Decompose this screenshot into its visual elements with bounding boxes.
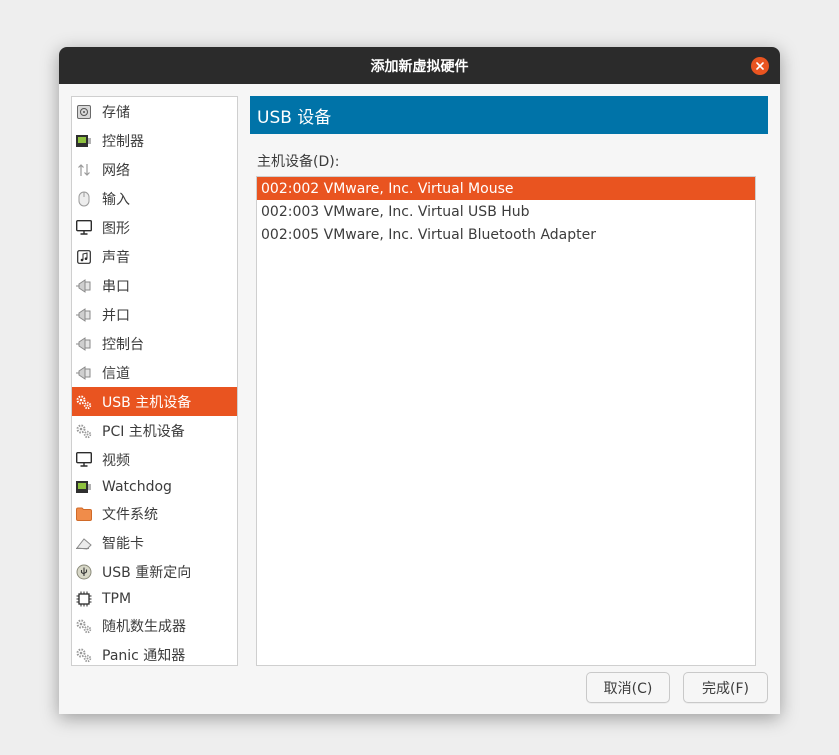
usb-device-icon bbox=[75, 393, 93, 411]
sidebar-item[interactable]: 并口 bbox=[72, 300, 237, 329]
chip-icon bbox=[75, 590, 93, 608]
host-device-label: 主机设备(D): bbox=[257, 154, 340, 170]
sidebar-item[interactable]: 文件系统 bbox=[72, 499, 237, 528]
parallel-port-icon bbox=[75, 306, 93, 324]
sidebar-item[interactable]: USB 主机设备 bbox=[72, 387, 237, 416]
add-hardware-dialog: 添加新虚拟硬件 存储控制器网络输入图形声音串口并口控制台信道 USB 主机设备 PC… bbox=[59, 47, 780, 714]
sidebar-item[interactable]: 视频 bbox=[72, 445, 237, 474]
sidebar-item-label: USB 主机设备 bbox=[102, 394, 192, 411]
sidebar-item-label: 网络 bbox=[102, 162, 130, 179]
device-row[interactable]: 002:003 VMware, Inc. Virtual USB Hub bbox=[257, 200, 755, 223]
section-header: USB 设备 bbox=[250, 96, 768, 134]
sidebar-item[interactable]: 图形 bbox=[72, 213, 237, 242]
sidebar-item-label: Panic 通知器 bbox=[102, 647, 186, 664]
window-title: 添加新虚拟硬件 bbox=[370, 58, 469, 75]
sidebar-item-label: USB 重新定向 bbox=[102, 564, 192, 581]
sidebar-item-label: 图形 bbox=[102, 220, 130, 237]
sidebar-item[interactable]: PCI 主机设备 bbox=[72, 416, 237, 445]
sidebar-item-label: 文件系统 bbox=[102, 506, 158, 523]
cancel-button[interactable]: 取消(C) bbox=[586, 672, 670, 703]
sidebar-item[interactable]: Panic 通知器 bbox=[72, 640, 237, 665]
sidebar-item-label: 视频 bbox=[102, 452, 130, 469]
pci-device-icon bbox=[75, 422, 93, 440]
finish-button[interactable]: 完成(F) bbox=[683, 672, 768, 703]
sidebar-item-label: TPM bbox=[102, 590, 132, 607]
sidebar-item-label: Watchdog bbox=[102, 478, 172, 495]
mouse-icon bbox=[75, 190, 93, 208]
rng-icon bbox=[75, 617, 93, 635]
sidebar-item[interactable]: 控制器 bbox=[72, 126, 237, 155]
sidebar-item[interactable]: 信道 bbox=[72, 358, 237, 387]
panic-notifier-icon bbox=[75, 646, 93, 664]
sidebar-item[interactable]: 存储 bbox=[72, 97, 237, 126]
sidebar-item-label: 存储 bbox=[102, 104, 130, 121]
sidebar-item-label: 随机数生成器 bbox=[102, 618, 186, 635]
watchdog-card-icon bbox=[75, 478, 93, 496]
sidebar-item-label: 智能卡 bbox=[102, 535, 144, 552]
monitor-icon bbox=[75, 219, 93, 237]
controller-card-icon bbox=[75, 132, 93, 150]
device-row[interactable]: 002:002 VMware, Inc. Virtual Mouse bbox=[257, 177, 755, 200]
host-device-list[interactable]: 002:002 VMware, Inc. Virtual Mouse 002:00… bbox=[256, 176, 756, 666]
folder-icon bbox=[75, 505, 93, 523]
sidebar-item[interactable]: Watchdog bbox=[72, 474, 237, 499]
device-row[interactable]: 002:005 VMware, Inc. Virtual Bluetooth A… bbox=[257, 223, 755, 246]
sidebar-item-label: 串口 bbox=[102, 278, 130, 295]
hardware-type-list[interactable]: 存储控制器网络输入图形声音串口并口控制台信道 USB 主机设备 PCI 主机设备 视频… bbox=[71, 96, 238, 666]
video-icon bbox=[75, 451, 93, 469]
sidebar-item-label: 输入 bbox=[102, 191, 130, 208]
usb-redirect-icon bbox=[75, 563, 93, 581]
sidebar-item[interactable]: 网络 bbox=[72, 155, 237, 184]
sidebar-item-label: 信道 bbox=[102, 365, 130, 382]
serial-port-icon bbox=[75, 277, 93, 295]
console-icon bbox=[75, 335, 93, 353]
sidebar-item[interactable]: 声音 bbox=[72, 242, 237, 271]
sidebar-item[interactable]: 控制台 bbox=[72, 329, 237, 358]
sidebar-item[interactable]: USB 重新定向 bbox=[72, 557, 237, 586]
close-icon bbox=[756, 62, 764, 70]
network-icon bbox=[75, 161, 93, 179]
sidebar-item-label: 控制台 bbox=[102, 336, 144, 353]
sidebar-item[interactable]: 智能卡 bbox=[72, 528, 237, 557]
sidebar-item[interactable]: 随机数生成器 bbox=[72, 611, 237, 640]
sidebar-item-label: 声音 bbox=[102, 249, 130, 266]
channel-icon bbox=[75, 364, 93, 382]
disk-icon bbox=[75, 103, 93, 121]
smartcard-icon bbox=[75, 534, 93, 552]
close-button[interactable] bbox=[751, 57, 769, 75]
sidebar-item[interactable]: TPM bbox=[72, 586, 237, 611]
sidebar-item[interactable]: 串口 bbox=[72, 271, 237, 300]
sidebar-item-label: PCI 主机设备 bbox=[102, 423, 185, 440]
sidebar-item-label: 并口 bbox=[102, 307, 130, 324]
music-icon bbox=[75, 248, 93, 266]
section-title: USB 设备 bbox=[257, 107, 332, 128]
sidebar-item-label: 控制器 bbox=[102, 133, 144, 150]
sidebar-item[interactable]: 输入 bbox=[72, 184, 237, 213]
title-bar: 添加新虚拟硬件 bbox=[59, 47, 780, 84]
